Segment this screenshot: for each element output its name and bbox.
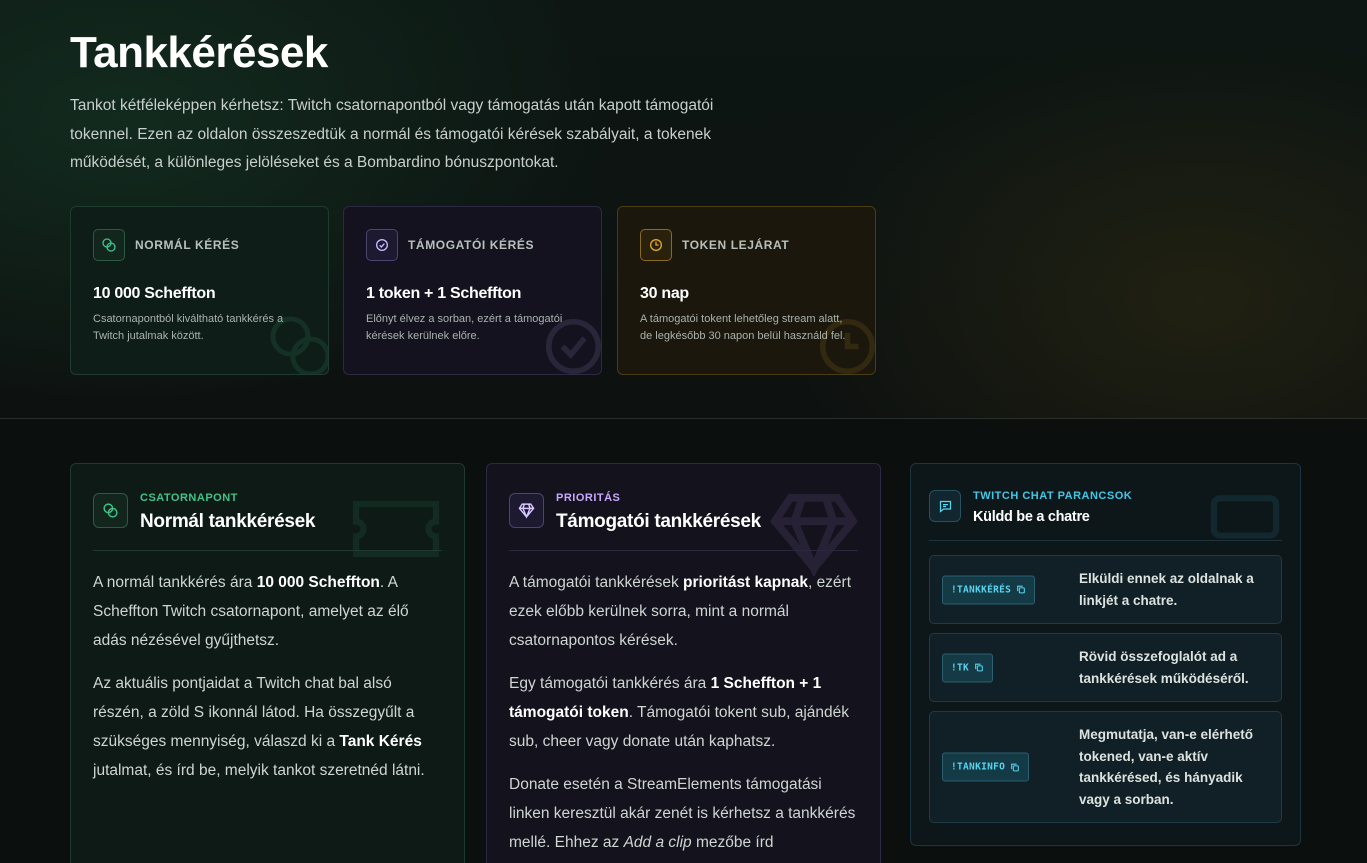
stat-value: 10 000 Scheffton	[93, 285, 216, 302]
panel-chat-commands: TWITCH CHAT PARANCSOK Küldd be a chatre …	[910, 463, 1301, 846]
stat-value: 30 nap	[640, 285, 689, 302]
diamond-watermark-icon	[770, 493, 858, 576]
panel-title: Normál tankkérések	[140, 511, 316, 532]
stat-label: NORMÁL KÉRÉS	[135, 238, 240, 252]
copy-command-button[interactable]: !TK	[942, 653, 994, 682]
command-description: Elküldi ennek az oldalnak a linkjét a ch…	[1079, 571, 1254, 608]
divider	[509, 550, 858, 551]
badge-check-watermark-icon	[546, 319, 601, 374]
clock-icon	[640, 229, 672, 261]
command-list: !TANKKÉRÉS Elküldi ennek az oldalnak a l…	[929, 555, 1282, 832]
panel-title: Küldd be a chatre	[973, 509, 1090, 525]
copy-command-button[interactable]: !TANKKÉRÉS	[942, 575, 1036, 604]
copy-command-button[interactable]: !TANKINFO	[942, 752, 1030, 782]
command-description: Rövid összefoglalót ad a tankkérések műk…	[1079, 649, 1249, 686]
stat-label: TÁMOGATÓI KÉRÉS	[408, 238, 535, 252]
ticket-watermark-icon	[352, 500, 440, 558]
paragraph: Egy támogatói tankkérés ára 1 Scheffton …	[509, 675, 850, 750]
panel-supporter-requests: PRIORITÁS Támogatói tankkérések A támoga…	[486, 463, 881, 863]
panel-title: Támogatói tankkérések	[556, 511, 761, 532]
panel-kicker: PRIORITÁS	[556, 492, 621, 504]
paragraph: A normál tankkérés ára 10 000 Scheffton.…	[93, 574, 409, 649]
diamond-icon	[509, 493, 544, 528]
panel-body: A normál tankkérés ára 10 000 Scheffton.…	[93, 568, 443, 799]
copy-icon	[1017, 585, 1026, 594]
paragraph: A támogatói tankkérések prioritást kapna…	[509, 574, 852, 649]
stat-card-normal: NORMÁL KÉRÉS 10 000 Scheffton Csatornapo…	[70, 206, 329, 375]
divider	[929, 540, 1282, 541]
copy-icon	[975, 663, 983, 672]
panel-body: A támogatói tankkérések prioritást kapna…	[509, 568, 859, 863]
hero-section: Tankkérések Tankot kétféleképpen kérhets…	[0, 0, 1367, 419]
command-item: !TANKKÉRÉS Elküldi ennek az oldalnak a l…	[929, 555, 1282, 624]
copy-icon	[1011, 763, 1020, 771]
coins-icon	[93, 229, 125, 261]
command-item: !TK Rövid összefoglalót ad a tankkérések…	[929, 633, 1282, 702]
paragraph: Az aktuális pontjaidat a Twitch chat bal…	[93, 675, 425, 779]
stat-label: TOKEN LEJÁRAT	[682, 238, 790, 252]
paragraph: Donate esetén a StreamElements támogatás…	[509, 776, 856, 851]
clock-watermark-icon	[820, 319, 875, 374]
panel-kicker: TWITCH CHAT PARANCSOK	[973, 490, 1133, 502]
panel-normal-requests: CSATORNAPONT Normál tankkérések A normál…	[70, 463, 465, 863]
badge-check-icon	[366, 229, 398, 261]
coins-icon	[93, 493, 128, 528]
coins-watermark-icon	[270, 316, 328, 374]
stat-card-token-expiry: TOKEN LEJÁRAT 30 nap A támogatói tokent …	[617, 206, 876, 375]
stat-value: 1 token + 1 Scheffton	[366, 285, 522, 302]
divider	[93, 550, 442, 551]
page-title: Tankkérések	[70, 28, 328, 77]
command-description: Megmutatja, van-e elérhető tokened, van-…	[1079, 727, 1254, 807]
page-description: Tankot kétféleképpen kérhetsz: Twitch cs…	[70, 97, 714, 171]
panel-kicker: CSATORNAPONT	[140, 492, 238, 504]
stat-card-supporter: TÁMOGATÓI KÉRÉS 1 token + 1 Scheffton El…	[343, 206, 602, 375]
chat-icon	[929, 490, 961, 522]
command-item: !TANKINFO Megmutatja, van-e elérhető tok…	[929, 711, 1282, 823]
